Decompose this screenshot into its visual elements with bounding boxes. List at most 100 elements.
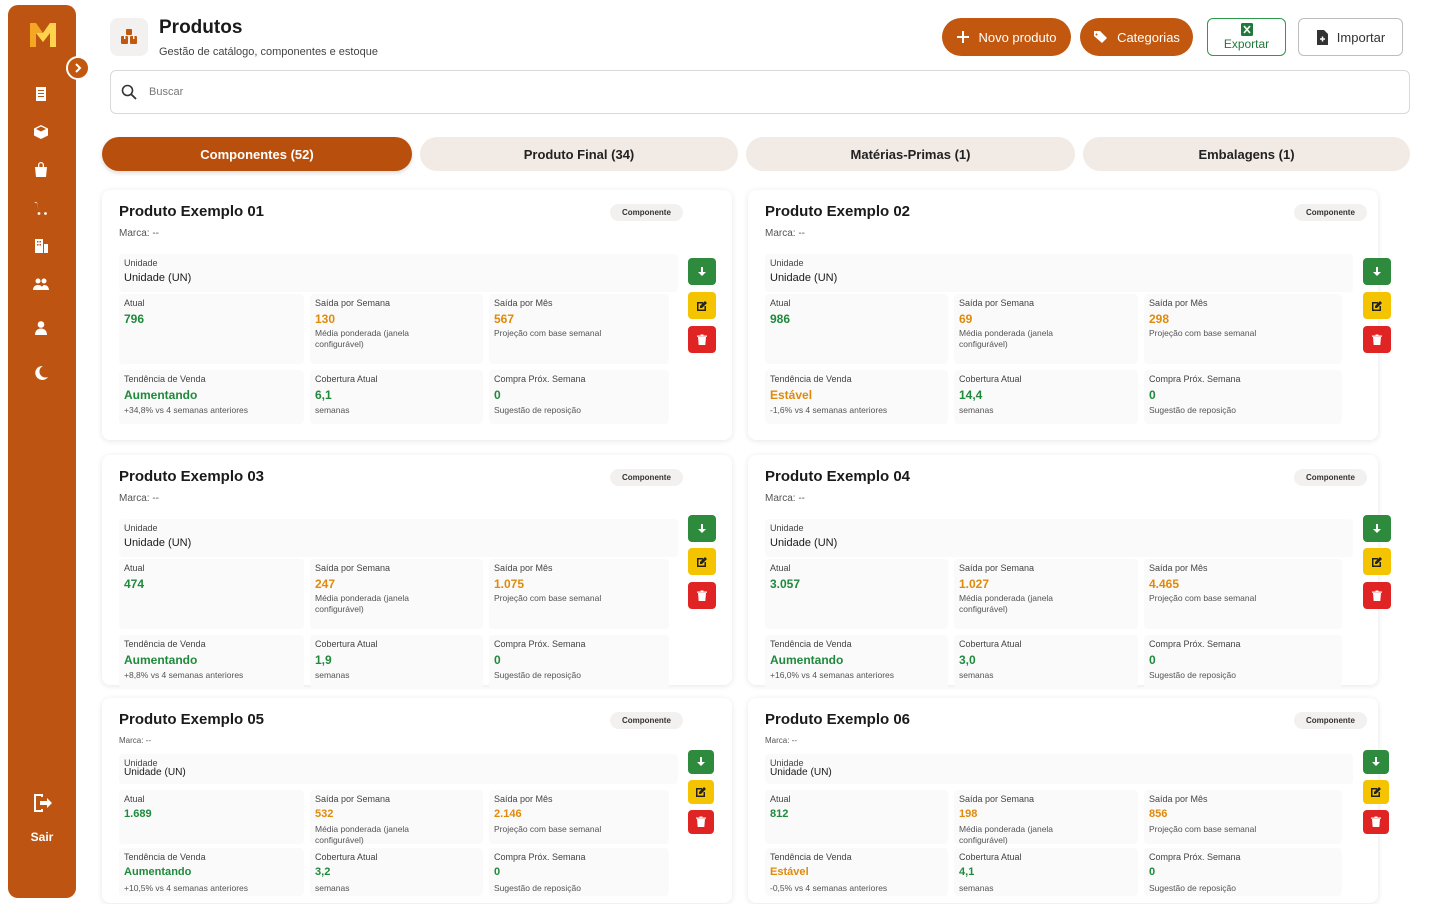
delete-button[interactable]	[1363, 326, 1391, 353]
logout-label[interactable]: Sair	[8, 830, 76, 844]
product-name[interactable]: Produto Exemplo 06	[765, 711, 910, 728]
coverage-unit: semanas	[959, 670, 994, 680]
trash-icon	[697, 334, 707, 345]
unit-value: Unidade (UN)	[770, 767, 832, 778]
download-icon	[1372, 757, 1380, 766]
current-label: Atual	[124, 563, 145, 573]
tab-componentes[interactable]: Componentes (52)	[102, 137, 412, 171]
coverage-label: Cobertura Atual	[959, 852, 1022, 862]
coverage-unit: semanas	[959, 883, 994, 893]
edit-button[interactable]	[1363, 292, 1391, 319]
bag-icon[interactable]	[30, 159, 52, 181]
monthly-out-desc: Projeção com base semanal	[494, 328, 602, 338]
page-subtitle: Gestão de catálogo, componentes e estoqu…	[159, 46, 378, 58]
trash-icon	[1372, 334, 1382, 345]
weekly-out-label: Saída por Semana	[959, 298, 1035, 308]
trend-label: Tendência de Venda	[124, 374, 206, 384]
import-button[interactable]: Importar	[1298, 18, 1403, 56]
file-import-icon	[1316, 29, 1328, 45]
download-button[interactable]	[1363, 750, 1389, 774]
unit-label: Unidade	[770, 258, 804, 268]
next-purchase-desc: Sugestão de reposição	[494, 405, 581, 415]
cart-icon[interactable]	[30, 197, 52, 219]
product-brand: Marca: --	[119, 493, 159, 504]
product-name[interactable]: Produto Exemplo 04	[765, 468, 910, 485]
delete-button[interactable]	[688, 326, 716, 353]
trend-desc: -1,6% vs 4 semanas anteriores	[770, 405, 888, 415]
metric-section	[765, 254, 1353, 292]
unit-label: Unidade	[124, 523, 158, 533]
current-value: 796	[124, 312, 145, 326]
unit-value: Unidade (UN)	[770, 272, 838, 284]
categories-button[interactable]: Categorias	[1080, 18, 1193, 56]
export-button[interactable]: Exportar	[1207, 18, 1286, 56]
download-button[interactable]	[1363, 515, 1391, 542]
next-purchase-desc: Sugestão de reposição	[494, 670, 581, 680]
import-label: Importar	[1336, 29, 1386, 45]
weekly-out-label: Saída por Semana	[315, 794, 391, 804]
monthly-out-label: Saída por Mês	[494, 794, 553, 804]
trend-value: Aumentando	[124, 866, 192, 878]
logo-icon[interactable]	[28, 19, 58, 49]
download-button[interactable]	[688, 258, 716, 285]
type-badge: Componente	[610, 204, 683, 221]
edit-button[interactable]	[688, 292, 716, 319]
edit-button[interactable]	[688, 548, 716, 575]
edit-button[interactable]	[1363, 780, 1389, 804]
monthly-out-desc: Projeção com base semanal	[494, 593, 602, 603]
search-icon	[121, 84, 137, 100]
trend-value: Estável	[770, 866, 809, 878]
edit-button[interactable]	[1363, 548, 1391, 575]
type-badge: Componente	[1294, 469, 1367, 486]
new-product-label: Novo produto	[978, 29, 1057, 45]
delete-button[interactable]	[1363, 810, 1389, 834]
delete-button[interactable]	[688, 582, 716, 609]
unit-value: Unidade (UN)	[124, 272, 192, 284]
download-button[interactable]	[688, 750, 714, 774]
product-name[interactable]: Produto Exemplo 02	[765, 203, 910, 220]
monthly-out-desc: Projeção com base semanal	[1149, 824, 1257, 834]
users-icon[interactable]	[30, 273, 52, 295]
download-button[interactable]	[1363, 258, 1391, 285]
product-brand: Marca: --	[119, 228, 159, 239]
moon-icon[interactable]	[30, 362, 52, 384]
clipboard-icon[interactable]	[30, 83, 52, 105]
edit-button[interactable]	[688, 780, 714, 804]
next-purchase-value: 0	[1149, 388, 1156, 402]
delete-button[interactable]	[1363, 582, 1391, 609]
next-purchase-value: 0	[1149, 653, 1156, 667]
product-name[interactable]: Produto Exemplo 05	[119, 711, 264, 728]
box-icon[interactable]	[30, 121, 52, 143]
export-label: Exportar	[1223, 37, 1270, 51]
trend-value: Aumentando	[124, 653, 198, 667]
next-purchase-desc: Sugestão de reposição	[494, 883, 581, 893]
sidebar: Sair	[8, 5, 76, 898]
product-name[interactable]: Produto Exemplo 01	[119, 203, 264, 220]
person-icon[interactable]	[30, 317, 52, 339]
logout-icon[interactable]	[30, 791, 54, 815]
tab-materias-primas[interactable]: Matérias-Primas (1)	[746, 137, 1075, 171]
sidebar-toggle-button[interactable]	[66, 56, 90, 80]
weekly-out-desc: Média ponderada (janela configurável)	[315, 593, 410, 615]
building-icon[interactable]	[30, 235, 52, 257]
coverage-value: 3,0	[959, 653, 976, 667]
weekly-out-value: 247	[315, 577, 336, 591]
product-name[interactable]: Produto Exemplo 03	[119, 468, 264, 485]
download-icon	[1373, 523, 1381, 533]
unit-value: Unidade (UN)	[124, 767, 186, 778]
tab-produto-final[interactable]: Produto Final (34)	[420, 137, 738, 171]
product-brand: Marca: --	[765, 228, 805, 239]
tab-embalagens[interactable]: Embalagens (1)	[1083, 137, 1410, 171]
metric-section	[765, 790, 948, 844]
delete-button[interactable]	[688, 810, 714, 834]
next-purchase-value: 0	[494, 653, 501, 667]
download-button[interactable]	[688, 515, 716, 542]
current-label: Atual	[770, 298, 791, 308]
type-badge: Componente	[1294, 204, 1367, 221]
new-product-button[interactable]: Novo produto	[942, 18, 1071, 56]
unit-value: Unidade (UN)	[124, 537, 192, 549]
search-input[interactable]	[149, 86, 1349, 98]
next-purchase-value: 0	[494, 866, 501, 878]
current-label: Atual	[124, 794, 145, 804]
product-card: Produto Exemplo 02 Marca: -- Componente …	[748, 190, 1391, 440]
